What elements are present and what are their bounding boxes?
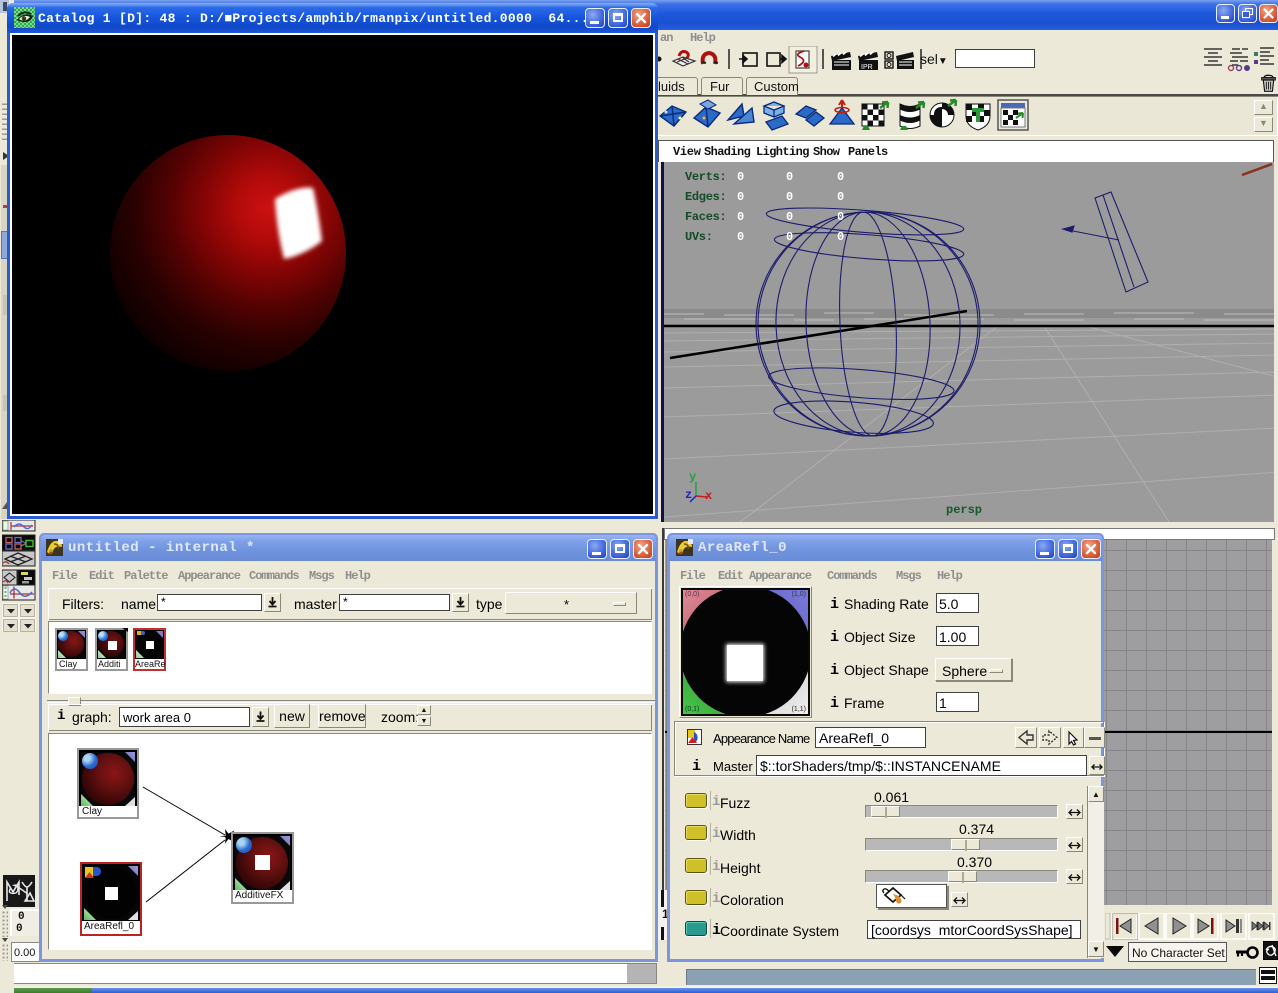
svg-text:IPR: IPR <box>861 64 873 71</box>
